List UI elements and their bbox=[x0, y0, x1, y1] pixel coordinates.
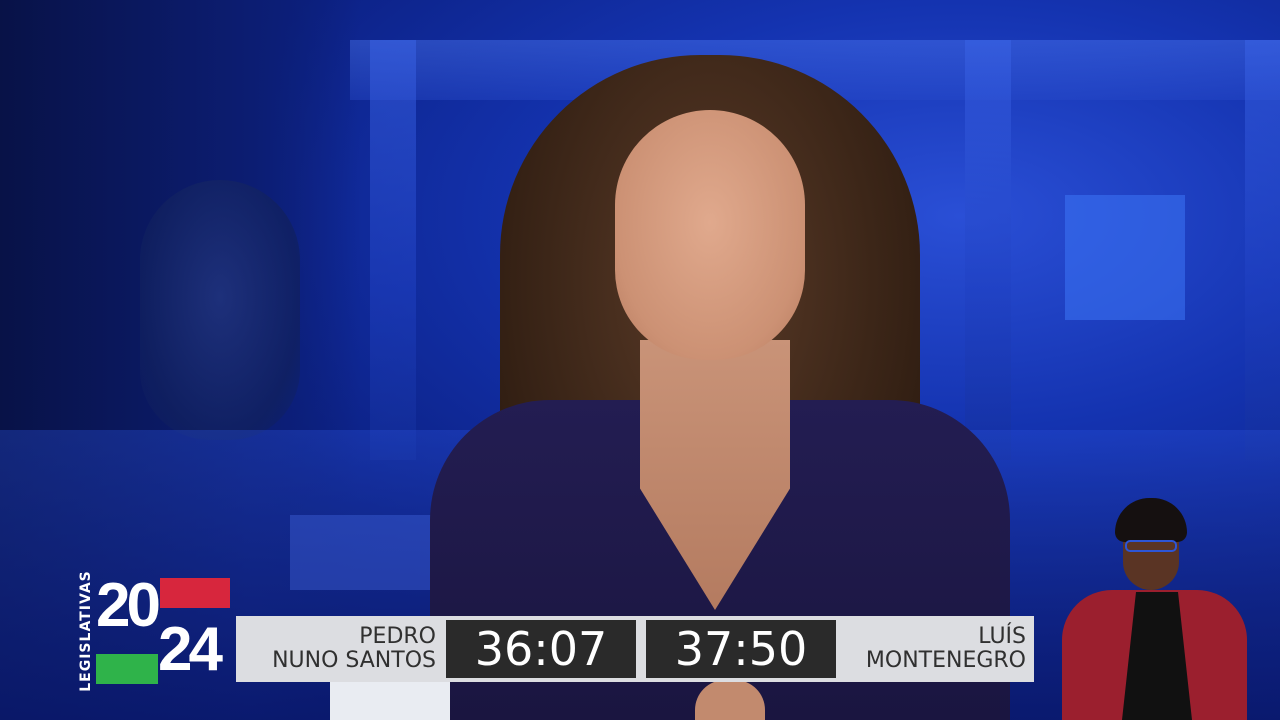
logo-vertical-text: LEGISLATIVAS bbox=[76, 570, 96, 692]
background-portrait bbox=[140, 180, 300, 440]
interpreter-glasses bbox=[1125, 540, 1177, 552]
logo-digits-24: 24 bbox=[158, 615, 223, 684]
right-candidate-time: 37:50 bbox=[646, 620, 836, 678]
background-desk bbox=[290, 515, 440, 590]
broadcast-frame: LEGISLATIVAS 20 24 PEDRO NUNO SANTOS 36:… bbox=[0, 0, 1280, 720]
right-candidate-line2: MONTENEGRO bbox=[865, 648, 1026, 673]
logo-legislativas-label: LEGISLATIVAS bbox=[78, 570, 94, 692]
logo-digits-20: 20 bbox=[96, 571, 161, 640]
left-candidate-line1: PEDRO bbox=[359, 624, 436, 649]
presenter-face bbox=[615, 110, 805, 360]
right-candidate-line1: LUÍS bbox=[978, 624, 1026, 649]
logo-green-block bbox=[96, 654, 158, 684]
background-column bbox=[1245, 40, 1280, 460]
right-candidate-name: LUÍS MONTENEGRO bbox=[836, 616, 1034, 682]
logo-red-block bbox=[160, 578, 230, 608]
background-column bbox=[370, 40, 416, 460]
left-candidate-line2: NUNO SANTOS bbox=[272, 648, 436, 673]
background-window bbox=[1065, 195, 1185, 320]
background-column bbox=[965, 40, 1011, 460]
left-candidate-time: 36:07 bbox=[446, 620, 636, 678]
left-candidate-name: PEDRO NUNO SANTOS bbox=[236, 616, 446, 682]
debate-timer-bar: PEDRO NUNO SANTOS 36:07 37:50 LUÍS MONTE… bbox=[236, 616, 1034, 682]
podium bbox=[330, 680, 450, 720]
